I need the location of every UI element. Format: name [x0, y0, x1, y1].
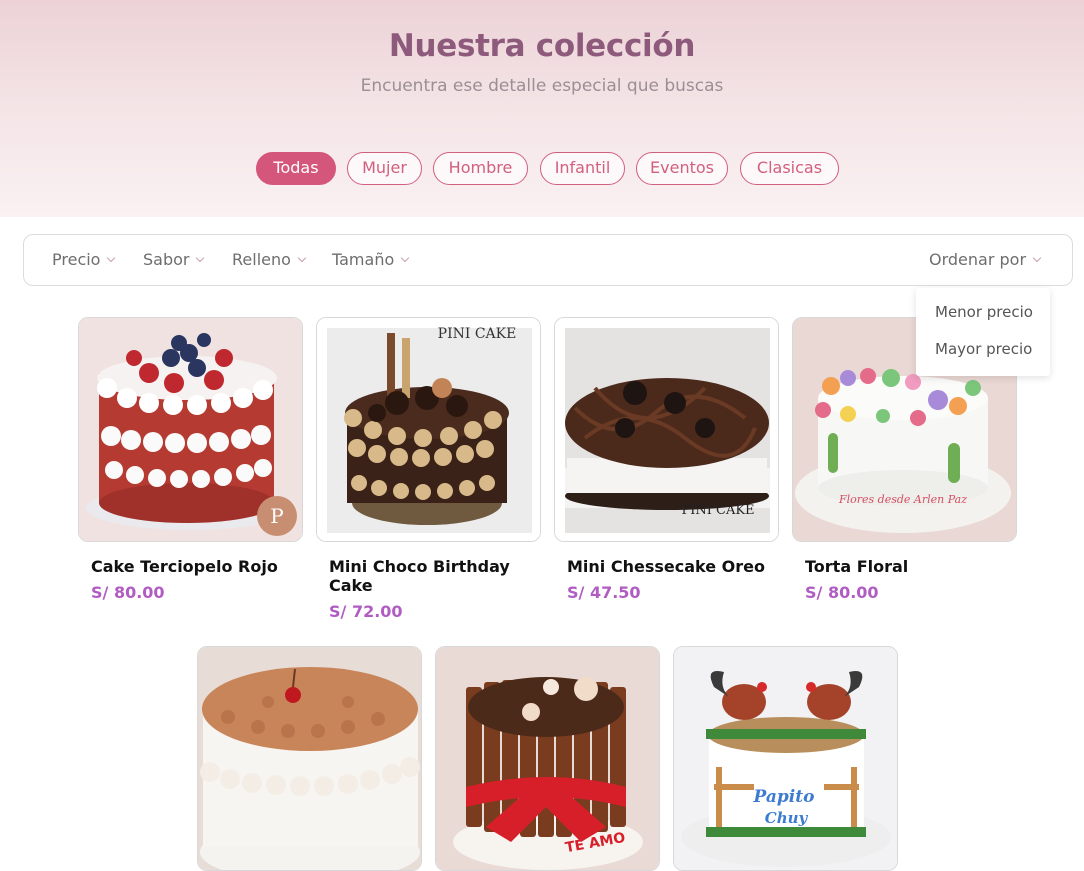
- category-tab-infantil[interactable]: Infantil: [540, 152, 625, 185]
- hero-header: Nuestra colección Encuentra ese detalle …: [0, 0, 1084, 217]
- category-tab-clasicas[interactable]: Clasicas: [740, 152, 839, 185]
- product-name[interactable]: Mini Choco Birthday Cake: [329, 557, 529, 595]
- brand-watermark: PINI CAKE: [681, 503, 754, 518]
- filter-relleno-label: Relleno: [232, 250, 291, 269]
- chevron-down-icon: [401, 253, 410, 263]
- chevron-down-icon: [1032, 253, 1042, 263]
- category-tab-eventos[interactable]: Eventos: [636, 152, 728, 185]
- product-price: S/ 47.50: [567, 583, 641, 602]
- product-image[interactable]: Papito Chuy: [673, 646, 898, 871]
- product-name[interactable]: Mini Chessecake Oreo: [567, 557, 767, 576]
- filter-tamano-label: Tamaño: [332, 250, 395, 269]
- product-image[interactable]: PINI CAKE: [316, 317, 541, 542]
- brand-watermark: PINI CAKE: [438, 326, 517, 342]
- product-price: S/ 80.00: [91, 583, 165, 602]
- product-image[interactable]: TE AMO: [435, 646, 660, 871]
- filter-relleno[interactable]: Relleno: [232, 235, 307, 285]
- category-tab-mujer[interactable]: Mujer: [347, 152, 422, 185]
- sort-dropdown[interactable]: Ordenar por: [929, 235, 1042, 285]
- sort-option-menor-precio[interactable]: Menor precio: [935, 303, 1033, 321]
- chevron-down-icon: [107, 253, 116, 263]
- sort-option-mayor-precio[interactable]: Mayor precio: [935, 340, 1032, 358]
- cake-script: Papito: [753, 787, 815, 807]
- filter-bar: Precio Sabor Relleno Tamaño Ordenar por: [23, 234, 1073, 286]
- category-tab-hombre[interactable]: Hombre: [433, 152, 528, 185]
- chevron-down-icon: [196, 253, 205, 263]
- sort-menu: Menor precio Mayor precio: [916, 288, 1050, 376]
- product-price: S/ 72.00: [329, 602, 403, 621]
- product-image[interactable]: [197, 646, 422, 871]
- product-image[interactable]: PINI CAKE: [554, 317, 779, 542]
- product-name[interactable]: Torta Floral: [805, 557, 1005, 576]
- product-image[interactable]: P: [78, 317, 303, 542]
- page-title: Nuestra colección: [388, 28, 696, 64]
- page-subtitle: Encuentra ese detalle especial que busca…: [360, 76, 724, 96]
- product-name[interactable]: Cake Terciopelo Rojo: [91, 557, 291, 576]
- svg-text:P: P: [270, 504, 283, 528]
- category-tabs: Todas Mujer Hombre Infantil Eventos Clas…: [0, 152, 1084, 186]
- filter-sabor[interactable]: Sabor: [143, 235, 205, 285]
- sort-label: Ordenar por: [929, 250, 1027, 269]
- filter-precio-label: Precio: [52, 250, 101, 269]
- filter-precio[interactable]: Precio: [52, 235, 116, 285]
- chevron-down-icon: [297, 253, 307, 263]
- filter-tamano[interactable]: Tamaño: [332, 235, 410, 285]
- cake-script: Chuy: [765, 809, 809, 827]
- category-tab-todas[interactable]: Todas: [256, 152, 336, 185]
- product-price: S/ 80.00: [805, 583, 879, 602]
- filter-sabor-label: Sabor: [143, 250, 190, 269]
- cake-script: Flores desde Arlen Paz: [838, 493, 967, 506]
